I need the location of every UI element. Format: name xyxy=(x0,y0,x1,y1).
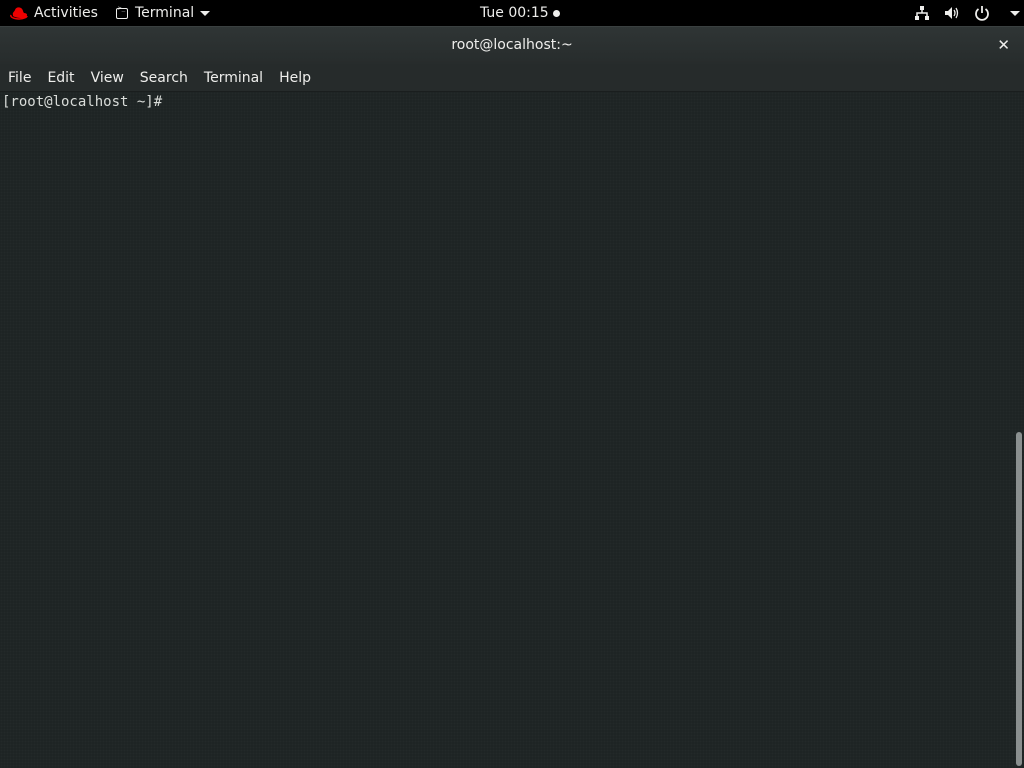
volume-icon xyxy=(944,5,960,21)
chevron-down-icon xyxy=(1010,10,1020,16)
menu-search[interactable]: Search xyxy=(140,70,188,86)
system-menu-button[interactable] xyxy=(914,0,1020,26)
terminal-area[interactable]: [root@localhost ~]# xyxy=(0,92,1024,768)
notification-dot-icon xyxy=(552,9,560,17)
terminal-icon xyxy=(116,5,128,19)
power-icon xyxy=(974,5,990,21)
app-menu-label: Terminal xyxy=(135,5,195,21)
menu-edit[interactable]: Edit xyxy=(47,70,74,86)
top-bar: Activities Terminal Tue 00:15 xyxy=(0,0,1024,26)
window-titlebar[interactable]: root@localhost:~ ✕ xyxy=(0,26,1024,64)
clock-label: Tue 00:15 xyxy=(480,5,549,21)
menu-file[interactable]: File xyxy=(8,70,31,86)
menu-bar: File Edit View Search Terminal Help xyxy=(0,64,1024,92)
chevron-down-icon xyxy=(200,10,211,16)
menu-view[interactable]: View xyxy=(91,70,124,86)
window-title: root@localhost:~ xyxy=(451,37,573,53)
menu-terminal[interactable]: Terminal xyxy=(204,70,263,86)
scrollbar[interactable] xyxy=(1014,92,1024,768)
close-icon[interactable]: ✕ xyxy=(997,36,1010,54)
activities-label: Activities xyxy=(34,5,98,21)
app-menu-button[interactable]: Terminal xyxy=(116,0,211,26)
shell-prompt: [root@localhost ~]# xyxy=(2,94,163,110)
menu-help[interactable]: Help xyxy=(279,70,311,86)
activities-button[interactable]: Activities xyxy=(10,0,98,26)
redhat-logo-icon xyxy=(10,6,28,20)
clock-button[interactable]: Tue 00:15 xyxy=(480,0,560,26)
scrollbar-thumb[interactable] xyxy=(1016,432,1022,766)
network-icon xyxy=(914,5,930,21)
